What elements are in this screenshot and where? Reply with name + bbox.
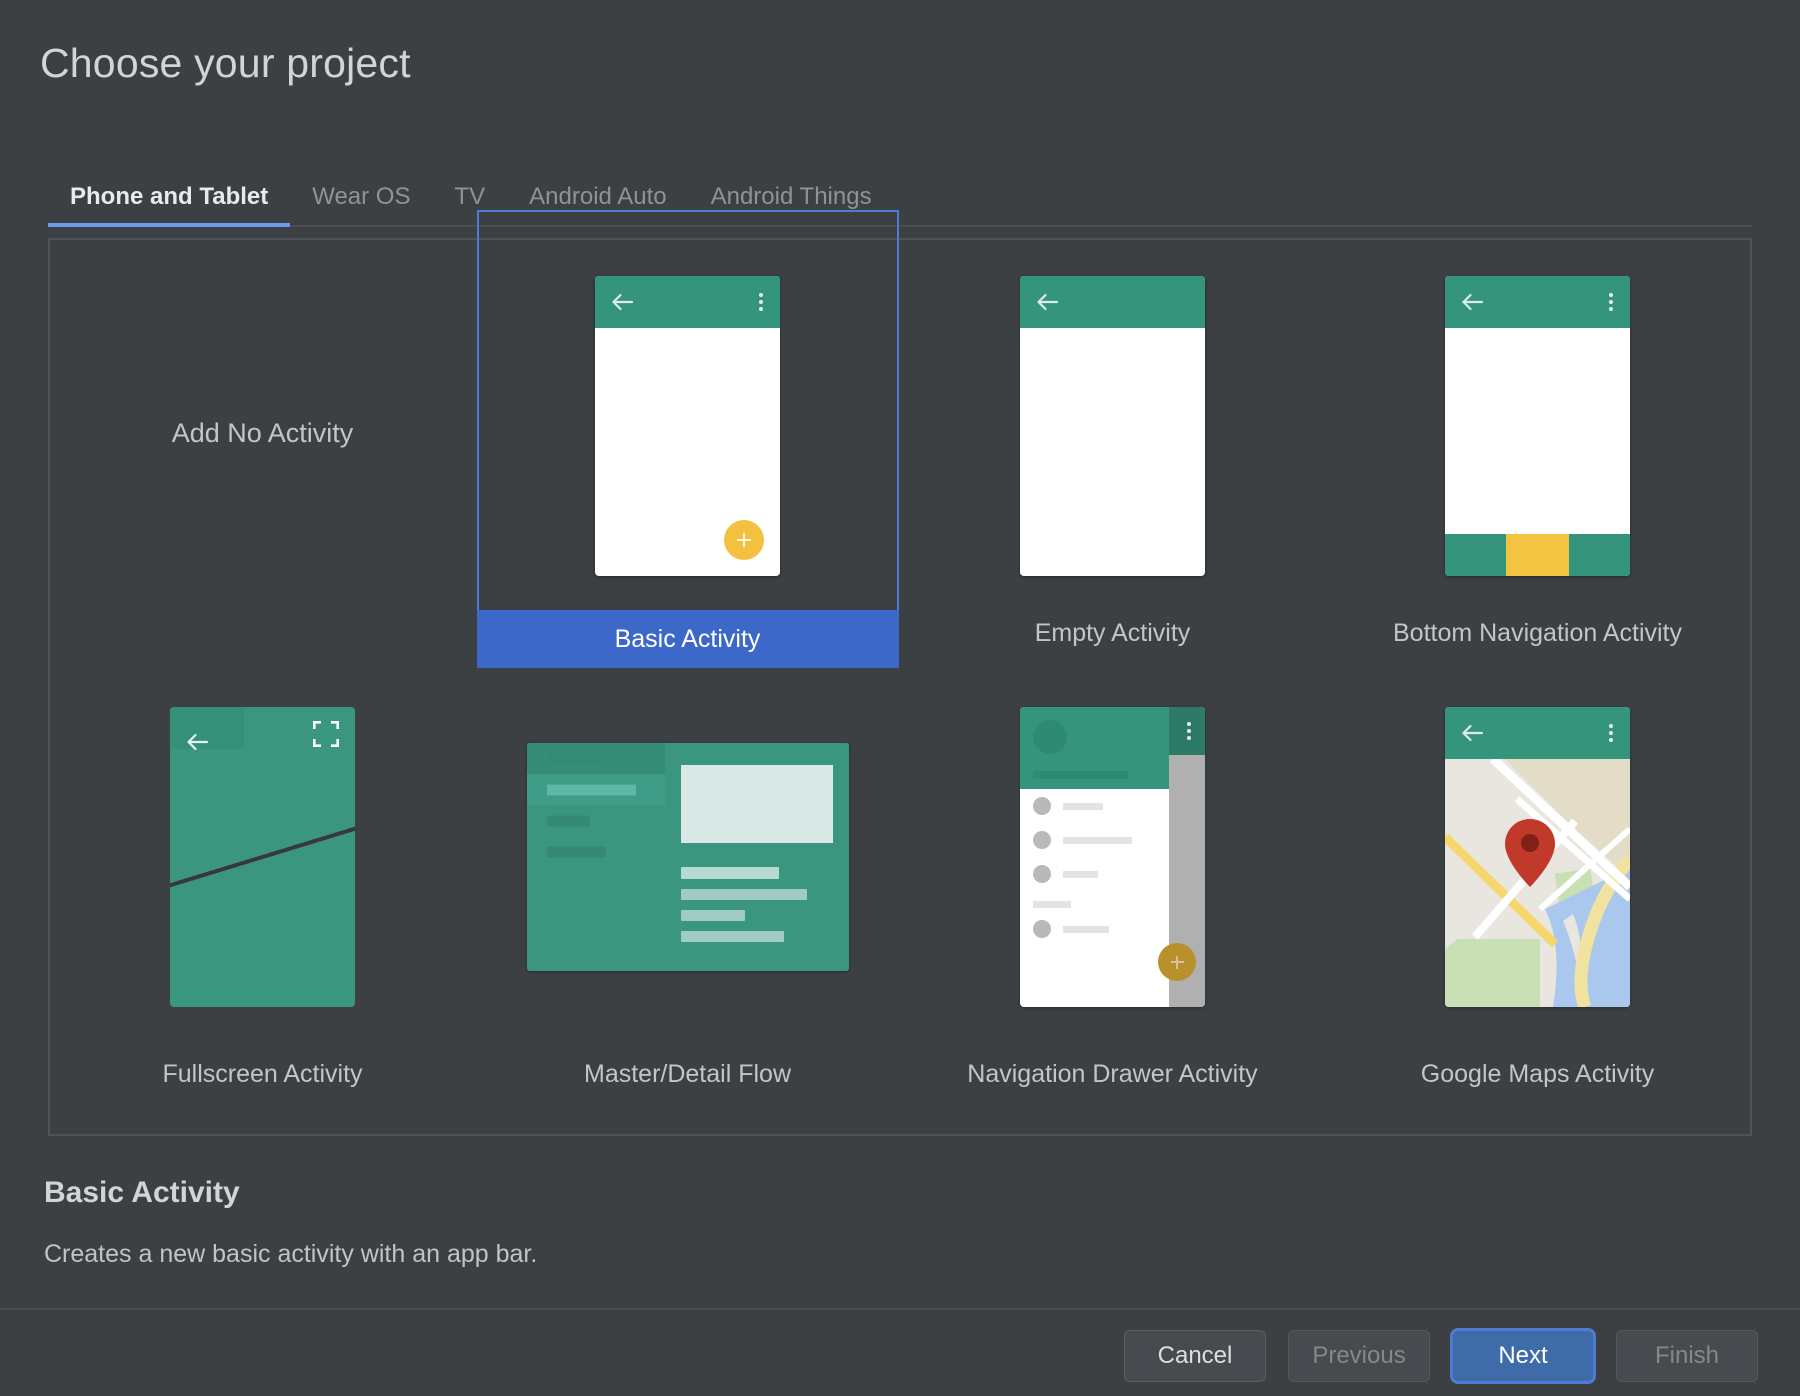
template-card-bottom-navigation-activity[interactable]: Bottom Navigation Activity	[1325, 240, 1750, 687]
back-arrow-icon	[611, 293, 635, 311]
app-bar	[1020, 276, 1205, 328]
template-card-add-no-activity[interactable]: Add No Activity	[50, 240, 475, 687]
diagonal-decoration	[170, 707, 355, 1007]
system-navigation-bar	[170, 967, 355, 1007]
map-canvas	[1445, 759, 1630, 1007]
overflow-menu-icon	[1187, 722, 1191, 740]
drawer-account-name-bar	[1033, 771, 1128, 779]
tab-label: Android Auto	[507, 183, 688, 211]
detail-text-line	[681, 889, 807, 900]
template-label: Fullscreen Activity	[162, 1053, 362, 1095]
drawer-item-label-bar	[1063, 837, 1132, 844]
app-bar	[1445, 276, 1630, 328]
next-button[interactable]: Next	[1452, 1330, 1594, 1382]
selected-template-description: Creates a new basic activity with an app…	[44, 1240, 537, 1269]
drawer-item-icon	[1033, 797, 1051, 815]
detail-image-placeholder	[681, 765, 833, 843]
template-label: Navigation Drawer Activity	[967, 1053, 1257, 1095]
drawer-section-header-bar	[1033, 901, 1071, 908]
template-thumbnail-navigation-drawer-activity	[1020, 687, 1205, 1027]
template-label: Bottom Navigation Activity	[1393, 612, 1682, 654]
tab-label: TV	[432, 183, 507, 211]
drawer-item-icon	[1033, 920, 1051, 938]
template-thumbnail-empty-activity	[1020, 240, 1205, 612]
back-arrow-icon	[1461, 293, 1485, 311]
drawer-item-icon	[1033, 831, 1051, 849]
bottom-nav-item	[1569, 534, 1630, 576]
bottom-navigation-bar	[1445, 534, 1630, 576]
template-card-fullscreen-activity[interactable]: Fullscreen Activity	[50, 687, 475, 1134]
bottom-nav-item	[1445, 534, 1506, 576]
back-arrow-icon	[1036, 293, 1060, 311]
drawer-item-label-bar	[1063, 871, 1098, 878]
overflow-menu-icon	[1609, 724, 1613, 742]
bottom-nav-item-selected	[1506, 534, 1570, 576]
nav-dot	[211, 983, 220, 992]
template-thumbnail-google-maps-activity	[1445, 687, 1630, 1027]
master-list-item	[527, 836, 665, 867]
drawer-item-icon	[1033, 865, 1051, 883]
template-card-empty-activity[interactable]: Empty Activity	[900, 240, 1325, 687]
template-label: Basic Activity	[477, 610, 899, 668]
template-grid: Add No Activity Basic Activity	[50, 240, 1750, 1134]
footer-divider	[0, 1308, 1800, 1310]
back-arrow-icon	[1461, 724, 1485, 742]
template-card-master-detail-flow[interactable]: Master/Detail Flow	[475, 687, 900, 1134]
template-thumbnail-basic-activity	[595, 240, 780, 612]
back-arrow-icon	[186, 733, 210, 751]
drawer-item-label-bar	[1063, 803, 1103, 810]
selected-template-title: Basic Activity	[44, 1176, 240, 1210]
overflow-menu-icon	[759, 293, 763, 311]
detail-text-line	[681, 910, 745, 921]
template-label: Google Maps Activity	[1421, 1053, 1654, 1095]
template-label: Empty Activity	[1035, 612, 1191, 654]
template-thumbnail-bottom-navigation-activity	[1445, 240, 1630, 612]
floating-action-button-icon	[724, 520, 764, 560]
tab-wear-os[interactable]: Wear OS	[290, 183, 432, 225]
tab-bar: Phone and Tablet Wear OS TV Android Auto…	[48, 172, 1752, 227]
nav-dot	[258, 983, 267, 992]
finish-button[interactable]: Finish	[1616, 1330, 1758, 1382]
template-label: Master/Detail Flow	[584, 1053, 791, 1095]
template-card-google-maps-activity[interactable]: Google Maps Activity	[1325, 687, 1750, 1134]
master-list-item	[527, 805, 665, 836]
app-bar	[1445, 707, 1630, 759]
template-card-basic-activity[interactable]: Basic Activity	[475, 240, 900, 687]
dialog-button-row: Cancel Previous Next Finish	[1124, 1330, 1758, 1382]
tab-phone-and-tablet[interactable]: Phone and Tablet	[48, 183, 290, 225]
tab-label: Android Things	[689, 183, 894, 211]
template-gallery-panel: Add No Activity Basic Activity	[48, 238, 1752, 1136]
master-list-item-selected	[527, 774, 665, 805]
detail-text-line	[681, 931, 784, 942]
template-thumbnail-fullscreen-activity	[170, 687, 355, 1027]
template-label: Add No Activity	[172, 240, 354, 687]
drawer-header	[1020, 707, 1169, 789]
tab-label: Phone and Tablet	[48, 183, 290, 211]
template-thumbnail-master-detail-flow	[527, 687, 849, 1027]
floating-action-button-icon	[1158, 943, 1196, 981]
tab-label: Wear OS	[290, 183, 432, 211]
detail-heading-line	[681, 867, 780, 879]
drawer-item-label-bar	[1063, 926, 1109, 933]
page-title: Choose your project	[40, 40, 411, 87]
cancel-button[interactable]: Cancel	[1124, 1330, 1266, 1382]
nav-dot	[305, 983, 314, 992]
map-illustration	[1445, 759, 1630, 1007]
drawer-scrim-app-bar	[1169, 707, 1205, 755]
master-list-item	[527, 743, 665, 774]
master-pane	[527, 743, 665, 971]
avatar	[1033, 720, 1067, 754]
template-card-navigation-drawer-activity[interactable]: Navigation Drawer Activity	[900, 687, 1325, 1134]
app-bar	[595, 276, 780, 328]
overflow-menu-icon	[1609, 293, 1613, 311]
previous-button[interactable]: Previous	[1288, 1330, 1430, 1382]
fullscreen-expand-icon	[313, 721, 339, 747]
detail-pane	[665, 743, 849, 971]
